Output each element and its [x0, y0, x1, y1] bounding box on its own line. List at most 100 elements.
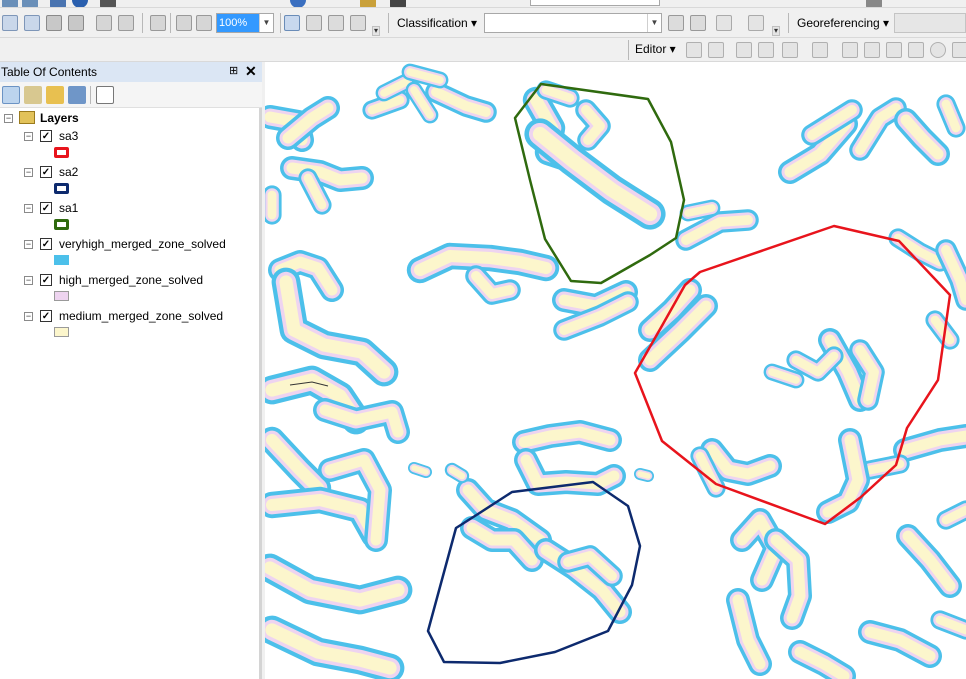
- select-features-icon[interactable]: [150, 15, 166, 31]
- layer-combo-clipped[interactable]: [530, 0, 660, 6]
- zoom-out-icon[interactable]: [22, 0, 38, 7]
- straight-segment-icon[interactable]: [736, 42, 752, 58]
- cut-polygons-icon[interactable]: [886, 42, 902, 58]
- collapse-icon[interactable]: −: [24, 240, 33, 249]
- hazard-zone-61-medium: [684, 204, 716, 217]
- layer-name: high_merged_zone_solved: [59, 273, 204, 287]
- draw-polygon-icon[interactable]: [716, 15, 732, 31]
- hazard-zone-64-medium: [637, 471, 651, 479]
- fixed-zoom-out-icon[interactable]: [24, 15, 40, 31]
- fixed-zoom-in-icon[interactable]: [2, 15, 18, 31]
- focus-frame-icon[interactable]: [306, 15, 322, 31]
- classification-layer-combo[interactable]: ▼: [484, 13, 662, 33]
- map-canvas[interactable]: [265, 62, 966, 679]
- toc-root-row[interactable]: − Layers: [0, 110, 262, 126]
- reshape-icon[interactable]: [864, 42, 880, 58]
- edit-vertices-icon[interactable]: [842, 42, 858, 58]
- misc-icon[interactable]: [866, 0, 882, 7]
- table-of-contents-panel: Table Of Contents ⊞ ✕ − Layers − ✓ sa3− ✓ sa…: [0, 62, 262, 679]
- trace-icon[interactable]: [782, 42, 798, 58]
- georeferencing-menu[interactable]: Georeferencing ▾: [797, 16, 889, 30]
- layer-visibility-checkbox[interactable]: ✓: [40, 274, 52, 286]
- layer-row-sa3[interactable]: − ✓ sa3: [0, 128, 262, 144]
- full-extent-icon[interactable]: [100, 0, 116, 7]
- collapse-icon[interactable]: −: [24, 168, 33, 177]
- list-by-source-icon[interactable]: [24, 86, 42, 104]
- layer-visibility-checkbox[interactable]: ✓: [40, 310, 52, 322]
- layer-symbol-sa2[interactable]: [54, 183, 69, 194]
- zoom-in-icon[interactable]: [2, 0, 18, 7]
- chevron-down-icon[interactable]: ▼: [647, 14, 661, 32]
- back-extent-icon[interactable]: [96, 15, 112, 31]
- layer-name: sa1: [59, 201, 79, 215]
- layer-name: medium_merged_zone_solved: [59, 309, 224, 323]
- collapse-icon[interactable]: −: [24, 204, 33, 213]
- list-by-visibility-icon[interactable]: [46, 86, 64, 104]
- identify-icon[interactable]: [290, 0, 306, 7]
- georeferencing-layer-combo[interactable]: [894, 13, 966, 33]
- layer-visibility-checkbox[interactable]: ✓: [40, 202, 52, 214]
- toolbar-overflow-icon[interactable]: ▾: [772, 26, 780, 36]
- separator: [90, 86, 91, 104]
- pan-icon[interactable]: [46, 15, 62, 31]
- select-training-icon[interactable]: [748, 15, 764, 31]
- list-by-selection-icon[interactable]: [68, 86, 86, 104]
- toolbar-top-clipped: [0, 0, 966, 8]
- collapse-icon[interactable]: −: [24, 276, 33, 285]
- collapse-icon[interactable]: −: [4, 114, 13, 123]
- separator: [628, 40, 629, 60]
- chevron-down-icon[interactable]: ▼: [259, 14, 273, 32]
- forward-extent-icon[interactable]: [118, 15, 134, 31]
- create-signature-icon[interactable]: [690, 15, 706, 31]
- training-manager-icon[interactable]: [668, 15, 684, 31]
- layer-visibility-checkbox[interactable]: ✓: [40, 238, 52, 250]
- toc-toolbar: [0, 82, 262, 108]
- layer-row-high_merged_zone_solved[interactable]: − ✓ high_merged_zone_solved: [0, 272, 262, 288]
- rotate-icon[interactable]: [930, 42, 946, 58]
- layer-row-veryhigh_merged_zone_solved[interactable]: − ✓ veryhigh_merged_zone_solved: [0, 236, 262, 252]
- collapse-icon[interactable]: −: [24, 132, 33, 141]
- map-display[interactable]: [265, 62, 966, 679]
- layer-symbol-sa3[interactable]: [54, 147, 69, 158]
- data-driven-pages-icon[interactable]: [350, 15, 366, 31]
- layer-symbol-high_merged_zone_solved[interactable]: [54, 291, 69, 301]
- layer-name: sa2: [59, 165, 79, 179]
- select-arrow-icon[interactable]: [50, 0, 66, 7]
- toolbar-overflow-icon[interactable]: ▾: [372, 26, 380, 36]
- layer-visibility-checkbox[interactable]: ✓: [40, 130, 52, 142]
- collapse-icon[interactable]: −: [24, 312, 33, 321]
- attributes-icon[interactable]: [952, 42, 966, 58]
- layer-visibility-checkbox[interactable]: ✓: [40, 166, 52, 178]
- toggle-draft-icon[interactable]: [284, 15, 300, 31]
- main-toolbar: 100% ▼ ▾ Classification ▾ ▼ ▾ Georeferen…: [0, 8, 966, 38]
- zoom-combo[interactable]: 100% ▼: [216, 13, 274, 33]
- layer-symbol-medium_merged_zone_solved[interactable]: [54, 327, 69, 337]
- classification-menu[interactable]: Classification ▾: [397, 16, 477, 30]
- separator: [788, 13, 789, 33]
- edit-annotation-icon[interactable]: [708, 42, 724, 58]
- globe-icon[interactable]: [72, 0, 88, 7]
- layer-row-sa2[interactable]: − ✓ sa2: [0, 164, 262, 180]
- catalog-icon[interactable]: [390, 0, 406, 7]
- point-icon[interactable]: [812, 42, 828, 58]
- table-icon[interactable]: [360, 0, 376, 7]
- close-icon[interactable]: ✕: [245, 63, 257, 80]
- pin-icon[interactable]: ⊞: [229, 64, 238, 77]
- layer-row-sa1[interactable]: − ✓ sa1: [0, 200, 262, 216]
- list-by-drawing-order-icon[interactable]: [2, 86, 20, 104]
- layout-forward-icon[interactable]: [196, 15, 212, 31]
- layer-symbol-sa1[interactable]: [54, 219, 69, 230]
- toc-title: Table Of Contents: [1, 65, 98, 79]
- layers-stack-icon: [19, 111, 35, 124]
- split-icon[interactable]: [908, 42, 924, 58]
- pan-hand-icon[interactable]: [68, 15, 84, 31]
- layout-back-icon[interactable]: [176, 15, 192, 31]
- options-icon[interactable]: [96, 86, 114, 104]
- endpoint-arc-icon[interactable]: [758, 42, 774, 58]
- layer-symbol-veryhigh_merged_zone_solved[interactable]: [54, 255, 69, 265]
- edit-tool-icon[interactable]: [686, 42, 702, 58]
- editor-menu[interactable]: Editor ▾: [635, 42, 676, 56]
- layer-name: sa3: [59, 129, 79, 143]
- change-layout-icon[interactable]: [328, 15, 344, 31]
- layer-row-medium_merged_zone_solved[interactable]: − ✓ medium_merged_zone_solved: [0, 308, 262, 324]
